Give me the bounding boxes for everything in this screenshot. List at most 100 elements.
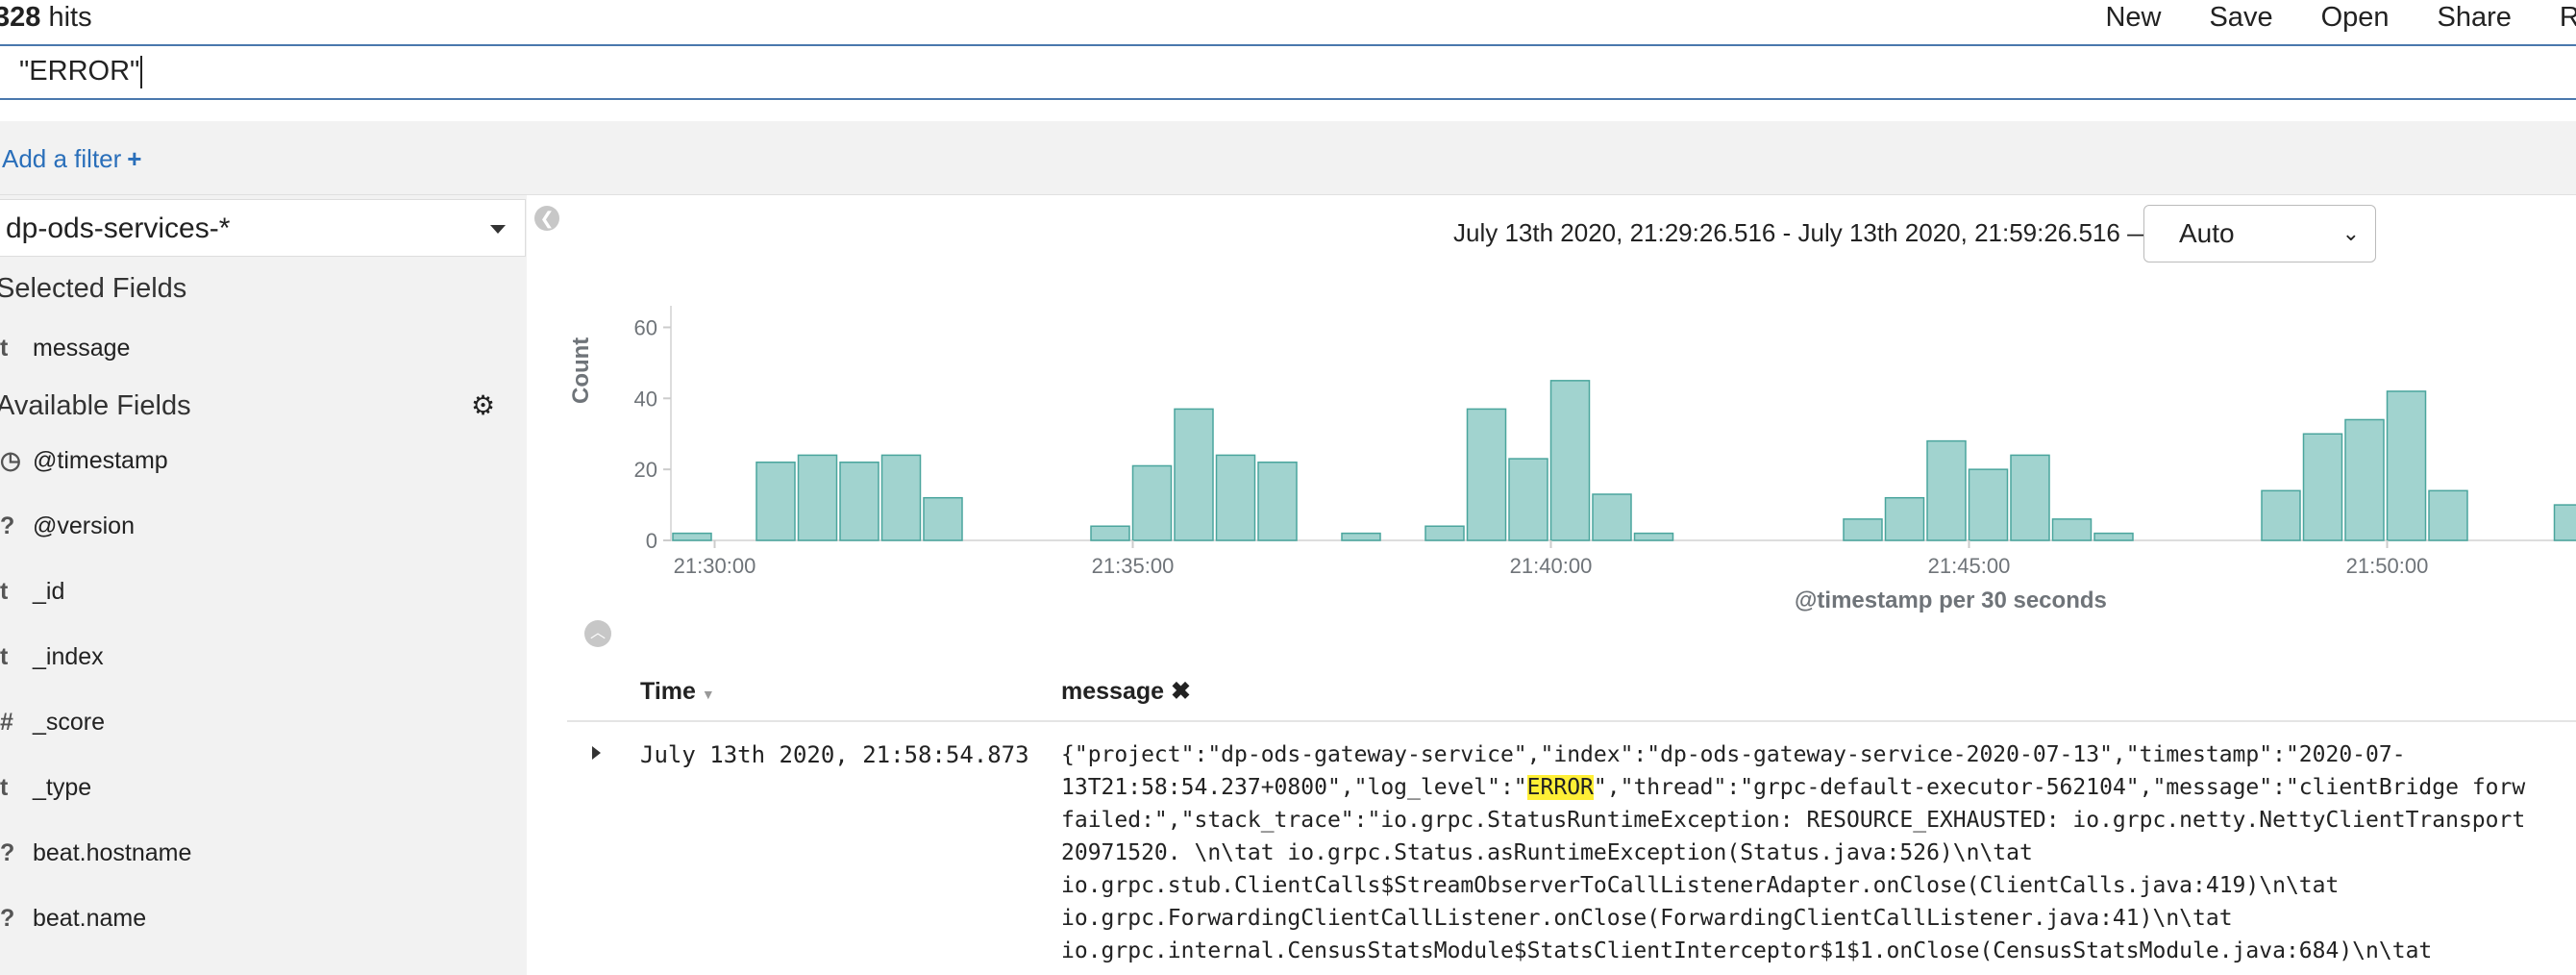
x-tick-label: 21:40:00 <box>1510 554 1593 578</box>
histogram-bar <box>755 462 796 541</box>
histogram-chart[interactable]: 0 20 40 60 21:30:00 21:35:00 21:40:00 21:45:00 2… <box>567 298 2576 587</box>
x-axis-title: @timestamp per 30 seconds <box>1795 588 2107 613</box>
field-type[interactable]: t _type <box>0 771 91 804</box>
histogram-bar <box>2344 418 2385 541</box>
clock-type-icon: ◷ <box>0 447 21 474</box>
y-tick-label: 20 <box>634 458 657 482</box>
histogram-bar <box>2553 504 2576 541</box>
x-tick-label: 21:35:00 <box>1092 554 1175 578</box>
share-button[interactable]: Share <box>2438 0 2512 35</box>
histogram-bar <box>2093 532 2134 541</box>
doc-table-header: Time ▼ message ✖ <box>567 670 2576 722</box>
histogram-bar <box>1592 493 1632 541</box>
number-type-icon: # <box>0 709 13 736</box>
field-timestamp[interactable]: ◷ @timestamp <box>0 444 168 477</box>
x-tick-label: 21:45:00 <box>1928 554 2011 578</box>
histogram-bar <box>1341 532 1381 541</box>
available-fields-title: Available Fields <box>0 390 191 421</box>
field-beat-name[interactable]: ? beat.name <box>0 902 146 935</box>
column-time[interactable]: Time ▼ <box>640 676 715 710</box>
unknown-type-icon: ? <box>0 512 15 539</box>
new-button[interactable]: New <box>2105 0 2161 35</box>
remove-column-icon[interactable]: ✖ <box>1171 678 1191 705</box>
y-tick-label: 60 <box>634 315 657 339</box>
histogram-bar <box>1549 380 1591 541</box>
field-version[interactable]: ? @version <box>0 510 135 542</box>
add-filter-button[interactable]: Add a filter + <box>2 144 141 173</box>
sort-icon[interactable]: ▼ <box>702 687 715 702</box>
search-input[interactable]: "ERROR" <box>19 54 143 89</box>
message-text: io.grpc.internal.CensusStatsModule$Stats… <box>1061 938 2433 963</box>
x-tick-label: 21:50:00 <box>2346 554 2429 578</box>
histogram-bar <box>2302 433 2343 541</box>
histogram-bar <box>1926 439 1967 541</box>
column-message: message ✖ <box>1061 678 1191 705</box>
histogram-bar <box>1424 525 1465 541</box>
y-tick-label: 40 <box>634 387 657 411</box>
histogram-bar <box>839 462 879 541</box>
histogram-bar <box>2051 518 2093 541</box>
message-line: io.grpc.ForwardingClientCallListener.onC… <box>1061 902 2576 935</box>
plus-icon: + <box>127 144 142 173</box>
hits-count: 328 hits <box>0 2 92 33</box>
x-tick-label: 21:30:00 <box>674 554 756 578</box>
message-text: 20971520. \n\tat io.grpc.Status.asRuntim… <box>1061 840 2033 865</box>
field-id[interactable]: t _id <box>0 575 64 608</box>
message-text: io.grpc.ForwardingClientCallListener.onC… <box>1061 906 2233 931</box>
selected-fields-title: Selected Fields <box>0 273 187 304</box>
message-line: failed:","stack_trace":"io.grpc.StatusRu… <box>1061 804 2576 837</box>
message-line: 20971520. \n\tat io.grpc.Status.asRuntim… <box>1061 837 2576 869</box>
histogram-bar <box>880 454 922 541</box>
histogram-bar <box>1174 408 1214 541</box>
collapse-chart-icon[interactable]: ︿ <box>584 620 611 647</box>
top-nav: 328 hits New Save Open Share Re <box>0 0 2576 46</box>
histogram-bar <box>2428 489 2468 541</box>
interval-select[interactable]: Auto ⌄ <box>2143 205 2376 262</box>
message-text: {"project":"dp-ods-gateway-service","ind… <box>1061 742 2406 767</box>
message-line: 13T21:58:54.237+0800","log_level":"ERROR… <box>1061 771 2576 804</box>
search-query-bar[interactable]: "ERROR" <box>0 46 2576 100</box>
expand-row-icon[interactable] <box>592 746 601 760</box>
message-line: io.grpc.internal.CensusStatsModule$Stats… <box>1061 935 2576 967</box>
histogram-bar <box>1131 464 1173 541</box>
top-menu: New Save Open Share Re <box>2057 0 2576 35</box>
histogram-bar <box>2010 454 2050 541</box>
gear-icon[interactable]: ⚙ <box>471 389 495 422</box>
histogram-bar <box>923 496 963 541</box>
histogram-bar <box>1633 532 1674 541</box>
string-type-icon: t <box>0 578 9 605</box>
string-type-icon: t <box>0 643 9 670</box>
row-message: {"project":"dp-ods-gateway-service","ind… <box>1061 738 2576 975</box>
histogram-bar <box>2386 390 2427 541</box>
field-beat-hostname[interactable]: ? beat.hostname <box>0 837 191 869</box>
histogram-bar <box>797 454 838 541</box>
field-index[interactable]: t _index <box>0 640 104 673</box>
message-line: io.grpc.stub.ClientCalls$StreamObserverT… <box>1061 869 2576 902</box>
reporting-button[interactable]: Re <box>2560 0 2576 35</box>
message-text: failed:","stack_trace":"io.grpc.StatusRu… <box>1061 808 2526 833</box>
open-button[interactable]: Open <box>2321 0 2390 35</box>
field-sidebar: dp-ods-services-* Selected Fields t messa… <box>0 195 527 975</box>
row-time: July 13th 2020, 21:58:54.873 <box>640 741 1029 768</box>
field-message[interactable]: t message <box>0 332 130 364</box>
histogram-bar <box>1884 496 1925 541</box>
histogram-bar <box>1843 518 1883 541</box>
histogram-bar <box>672 532 712 541</box>
histogram-bar <box>1090 525 1130 541</box>
chevron-down-icon: ⌄ <box>2341 221 2360 245</box>
histogram-bar <box>1215 454 1256 541</box>
index-pattern-select[interactable]: dp-ods-services-* <box>0 199 526 257</box>
histogram-bar <box>2261 489 2301 541</box>
unknown-type-icon: ? <box>0 905 15 932</box>
save-button[interactable]: Save <box>2209 0 2272 35</box>
y-tick-label: 0 <box>646 529 657 553</box>
histogram-bar <box>1508 458 1548 541</box>
collapse-sidebar-icon[interactable]: ❮ <box>534 206 559 231</box>
histogram-bar <box>1466 408 1507 541</box>
string-type-icon: t <box>0 335 9 362</box>
field-score[interactable]: # _score <box>0 706 105 738</box>
unknown-type-icon: ? <box>0 839 15 866</box>
time-range-label: July 13th 2020, 21:29:26.516 - July 13th… <box>1453 218 2153 247</box>
message-text: 13T21:58:54.237+0800","log_level":" <box>1061 775 1527 800</box>
highlighted-term: ERROR <box>1526 775 1594 800</box>
